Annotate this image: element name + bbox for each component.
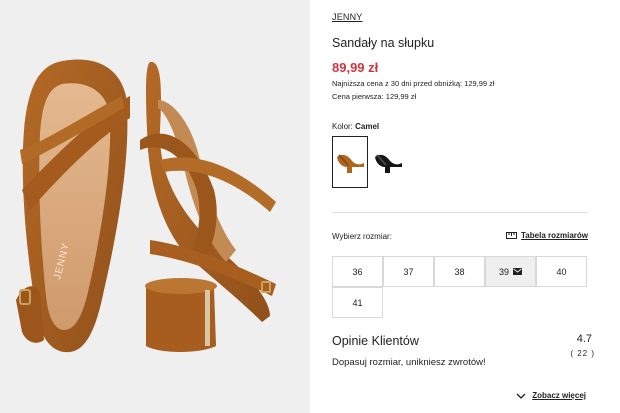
color-label-text: Kolor:: [332, 122, 353, 131]
ruler-icon: [506, 232, 518, 239]
size-option-38[interactable]: 38: [434, 256, 485, 287]
size-label-41: 41: [352, 297, 363, 308]
fit-message: Dopasuj rozmiar, unikniesz zwrotów!: [332, 357, 486, 368]
camel-sandal-thumbnail: [337, 154, 364, 173]
section-divider: [332, 212, 588, 213]
size-option-36[interactable]: 36: [332, 256, 383, 287]
size-label-38: 38: [454, 266, 465, 277]
size-chart-link[interactable]: Tabela rozmiarów: [506, 231, 588, 240]
size-option-37[interactable]: 37: [383, 256, 434, 287]
brand-link[interactable]: JENNY: [332, 12, 363, 22]
chevron-down-icon: [516, 393, 526, 399]
sandal-photo: JENNY: [0, 0, 310, 413]
color-swatch-black[interactable]: [370, 136, 406, 188]
size-grid: 36 37 38 39 40 41: [332, 256, 588, 318]
color-label: Kolor: Camel: [332, 122, 379, 131]
size-label-40: 40: [556, 266, 567, 277]
original-price-note: Cena pierwsza: 129,99 zł: [332, 92, 417, 101]
size-label-39: 39: [498, 266, 509, 277]
black-sandal-thumbnail: [375, 154, 402, 173]
envelope-icon: [513, 268, 522, 275]
product-image[interactable]: JENNY: [0, 0, 310, 413]
color-swatch-camel[interactable]: [332, 136, 368, 188]
size-chart-label: Tabela rozmiarów: [521, 231, 588, 240]
product-price: 89,99 zł: [332, 60, 379, 75]
lowest-price-note: Najniższa cena z 30 dni przed obniżką: 1…: [332, 79, 495, 88]
size-label-36: 36: [352, 266, 363, 277]
product-title: Sandały na słupku: [332, 36, 435, 50]
selected-color-name: Camel: [355, 122, 380, 131]
size-option-41[interactable]: 41: [332, 287, 383, 318]
review-count: ( 22 ): [570, 349, 595, 358]
average-rating: 4.7: [576, 333, 592, 345]
size-option-40[interactable]: 40: [536, 256, 587, 287]
see-more-label: Zobacz więcej: [532, 391, 586, 400]
size-label: Wybierz rozmiar:: [332, 232, 392, 241]
see-more-button[interactable]: Zobacz więcej: [516, 391, 586, 400]
reviews-title: Opinie Klientów: [332, 334, 419, 348]
size-option-39[interactable]: 39: [485, 256, 536, 287]
size-label-37: 37: [403, 266, 414, 277]
